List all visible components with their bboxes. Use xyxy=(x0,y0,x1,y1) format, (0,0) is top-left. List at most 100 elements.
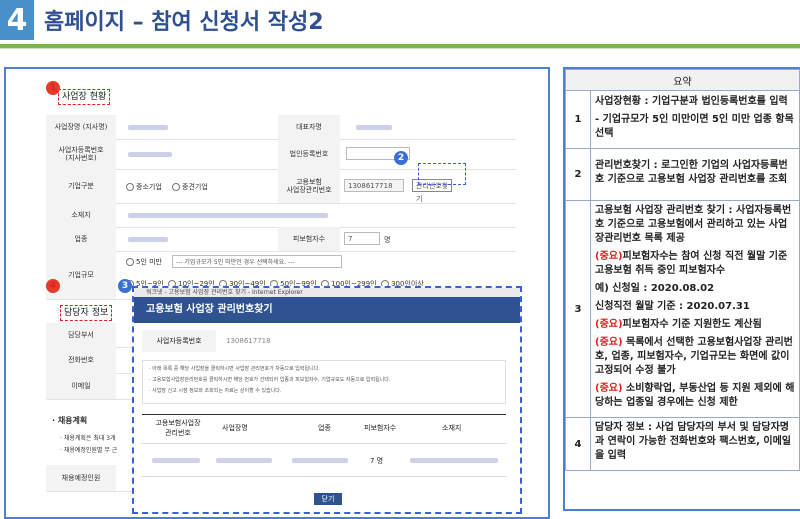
summary-paragraph: (중요) 소비향락업, 부동산업 등 지원 제외에 해당하는 업종일 경우에는 … xyxy=(595,382,795,410)
lookup-popup: 워크넷 - 고용보험 사업장 관리번호 찾기 - Internet Explor… xyxy=(132,286,522,514)
popup-col-header: 사업장명 xyxy=(222,424,248,432)
summary-row-number: 1 xyxy=(565,90,591,149)
lookup-highlight xyxy=(418,163,466,185)
section-title-business: 사업장 현황 xyxy=(58,89,111,105)
popup-window-bar: 워크넷 - 고용보험 사업장 관리번호 찾기 - Internet Explor… xyxy=(134,288,520,297)
summary-text: 신청직전 월말 기준 : 2020.07.31 xyxy=(595,301,750,312)
popup-biz-no-label: 사업자등록번호 xyxy=(142,330,216,352)
masked-value xyxy=(216,458,272,463)
radio-label: 중견기업 xyxy=(182,183,208,191)
radio-mid[interactable]: 중견기업 xyxy=(172,182,208,192)
summary-text: 사업장현황 : 기업구분과 법인등록번호를 입력 xyxy=(595,95,788,107)
plan-heading: · 채용계획 xyxy=(52,416,88,425)
important-tag: (중요) xyxy=(595,319,623,330)
summary-paragraph: 신청직전 월말 기준 : 2020.07.31 xyxy=(595,300,795,314)
field-label-ins-mgmt-no: 고용보험 사업장관리번호 xyxy=(278,169,340,203)
step-badge-4: 4 xyxy=(46,279,60,293)
popup-notes: · 아래 목록 중 해당 사업장을 클릭하시면 사업장 관리번호가 자동으로 입… xyxy=(142,360,506,404)
form-row-hire-count: 채용예정인원 xyxy=(46,465,136,492)
summary-text: 피보험자수 기준 지원한도 계산됨 xyxy=(622,319,762,330)
summary-text: 예) 신청일 : 2020.08.02 xyxy=(595,283,715,294)
summary-paragraph: 담당자 정보 : 사업 담당자의 부서 및 담당자명과 연락이 가능한 전화번호… xyxy=(595,421,795,463)
popup-close-button[interactable]: 닫기 xyxy=(314,493,342,505)
form-row-industry: 업종 피보험자수 7 명 xyxy=(46,227,516,252)
popup-col-header: 소재지 xyxy=(442,424,462,432)
field-label-biz-name: 사업장명 (지사명) xyxy=(46,115,116,139)
form-row-dept: 담당부서 xyxy=(46,323,136,348)
summary-row: 3 고용보험 사업장 관리번호 찾기 : 사업자등록번호 기준으로 고용보험에서 … xyxy=(565,200,800,418)
masked-value xyxy=(152,458,200,463)
summary-text: 고용보험 사업장 관리번호 찾기 : 사업자등록번호 기준으로 고용보험에서 관… xyxy=(595,205,792,244)
field-label-address: 소재지 xyxy=(46,203,116,227)
field-label-rep: 대표자명 xyxy=(278,115,340,139)
summary-text: 피보험자수는 참여 신청 직전 월말 기준 고용보험 취득 중인 피보험자수 xyxy=(595,251,788,276)
summary-paragraph: 사업장현황 : 기업구분과 법인등록번호를 입력 xyxy=(595,95,795,109)
field-label-biz-reg-no: 사업자등록번호 (지사번호) xyxy=(46,139,116,169)
popup-note: · 사업장 신고 시점 정보와 조회되는 자료는 상이할 수 있습니다. xyxy=(149,388,282,394)
insured-count-input[interactable]: 7 xyxy=(344,232,380,245)
plan-note: · 채용예정인원별 무 근 xyxy=(60,447,118,454)
form-row-biz-name: 사업장명 (지사명) 대표자명 xyxy=(46,115,516,140)
summary-paragraph: 관리번호찾기 : 로그인한 기업의 사업자등록번호 기준으로 고용보험 사업장 … xyxy=(595,159,795,187)
popup-note: · 아래 목록 중 해당 사업장을 클릭하시면 사업장 관리번호가 자동으로 입… xyxy=(149,366,320,372)
insured-unit: 명 xyxy=(384,236,391,244)
popup-col-header: 고용보험사업장 관리번호 xyxy=(155,419,201,437)
masked-value xyxy=(128,152,172,157)
section-contact: 담당자 정보 xyxy=(60,305,113,321)
form-row-email: 이메일 xyxy=(46,373,136,400)
radio-label: 중소기업 xyxy=(136,183,162,191)
summary-row-number: 2 xyxy=(565,148,591,201)
important-tag: (중요) xyxy=(595,251,623,262)
masked-value xyxy=(128,213,328,218)
radio-label: 5인 미만 xyxy=(136,258,162,266)
ins-mgmt-no-input[interactable]: 1308617718 xyxy=(344,179,404,192)
summary-paragraph: (중요) 목록에서 선택한 고용보험사업장 관리번호, 업종, 피보험자수, 기… xyxy=(595,336,795,378)
summary-panel: 요약 1 사업장현황 : 기업구분과 법인등록번호를 입력 - 기업규모가 5인 … xyxy=(563,67,800,511)
step-badge-3: 3 xyxy=(118,279,132,293)
popup-title: 고용보험 사업장 관리번호찾기 xyxy=(134,297,520,323)
summary-text: 담당자 정보 : 사업 담당자의 부서 및 담당자명과 연락이 가능한 전화번호… xyxy=(595,422,792,461)
summary-text: 관리번호찾기 : 로그인한 기업의 사업자등록번호 기준으로 고용보험 사업장 … xyxy=(595,159,788,185)
summary-row: 2 관리번호찾기 : 로그인한 기업의 사업자등록번호 기준으로 고용보험 사업장… xyxy=(565,148,800,201)
field-label-dept: 담당부서 xyxy=(46,323,116,347)
important-tag: (중요) xyxy=(595,337,623,348)
field-label-corp-reg-no: 법인등록번호 xyxy=(278,139,340,169)
summary-text: 목록에서 선택한 고용보험사업장 관리번호, 업종, 피보험자수, 기업규모는 … xyxy=(595,337,793,376)
section-number: 4 xyxy=(0,0,34,40)
popup-biz-no-value: 1308617718 xyxy=(226,337,271,345)
summary-paragraph: (중요)피보험자수는 참여 신청 직전 월말 기준 고용보험 취득 중인 피보험… xyxy=(595,250,795,278)
step-badge-1: 1 xyxy=(46,81,60,95)
summary-paragraph: - 기업규모가 5인 미만이면 5인 미만 업종 항목 선택 xyxy=(595,113,795,141)
summary-row-number: 4 xyxy=(565,417,591,471)
popup-table-row[interactable]: 7 명 xyxy=(142,446,506,477)
summary-row-content: 담당자 정보 : 사업 담당자의 부서 및 담당자명과 연락이 가능한 전화번호… xyxy=(590,417,800,471)
summary-paragraph: 예) 신청일 : 2020.08.02 xyxy=(595,282,795,296)
page-title: 홈페이지 – 참여 신청서 작성2 xyxy=(44,10,324,35)
form-row-address: 소재지 xyxy=(46,203,516,228)
important-tag: (중요) xyxy=(595,383,623,394)
masked-value xyxy=(292,458,348,463)
summary-table: 요약 1 사업장현황 : 기업구분과 법인등록번호를 입력 - 기업규모가 5인 … xyxy=(565,69,800,471)
radio-icon xyxy=(126,183,134,191)
masked-value xyxy=(410,458,498,463)
popup-col-header: 피보험자수 xyxy=(364,424,397,432)
plan-note: · 채용계획은 최대 3개 xyxy=(60,435,116,442)
summary-paragraph: 고용보험 사업장 관리번호 찾기 : 사업자등록번호 기준으로 고용보험에서 관… xyxy=(595,204,795,246)
radio-sme[interactable]: 중소기업 xyxy=(126,182,162,192)
masked-value xyxy=(356,125,392,130)
summary-row-number: 3 xyxy=(565,200,591,418)
radio-under5[interactable]: 5인 미만 xyxy=(126,257,162,267)
summary-row: 1 사업장현황 : 기업구분과 법인등록번호를 입력 - 기업규모가 5인 미만이… xyxy=(565,90,800,149)
popup-row-insured: 7 명 xyxy=(370,457,384,465)
size-under5-select[interactable]: --- 기업규모가 5인 미만인 경우 선택하세요. --- xyxy=(172,255,342,268)
summary-row: 4 담당자 정보 : 사업 담당자의 부서 및 담당자명과 연락이 가능한 전화번… xyxy=(565,417,800,471)
form-row-phone: 전화번호 xyxy=(46,347,136,374)
field-label-industry: 업종 xyxy=(46,227,116,251)
radio-icon xyxy=(172,183,180,191)
section-title-contact: 담당자 정보 xyxy=(60,305,113,321)
masked-value xyxy=(128,237,168,242)
header-divider-thin xyxy=(0,48,800,49)
summary-row-content: 고용보험 사업장 관리번호 찾기 : 사업자등록번호 기준으로 고용보험에서 관… xyxy=(590,200,800,418)
summary-text: 소비향락업, 부동산업 등 지원 제외에 해당하는 업종일 경우에는 신청 제한 xyxy=(595,383,795,408)
popup-note: · 고용보험사업장관리번호를 클릭하시면 해당 번호가 선택되어 업종과 피보험… xyxy=(149,377,391,383)
